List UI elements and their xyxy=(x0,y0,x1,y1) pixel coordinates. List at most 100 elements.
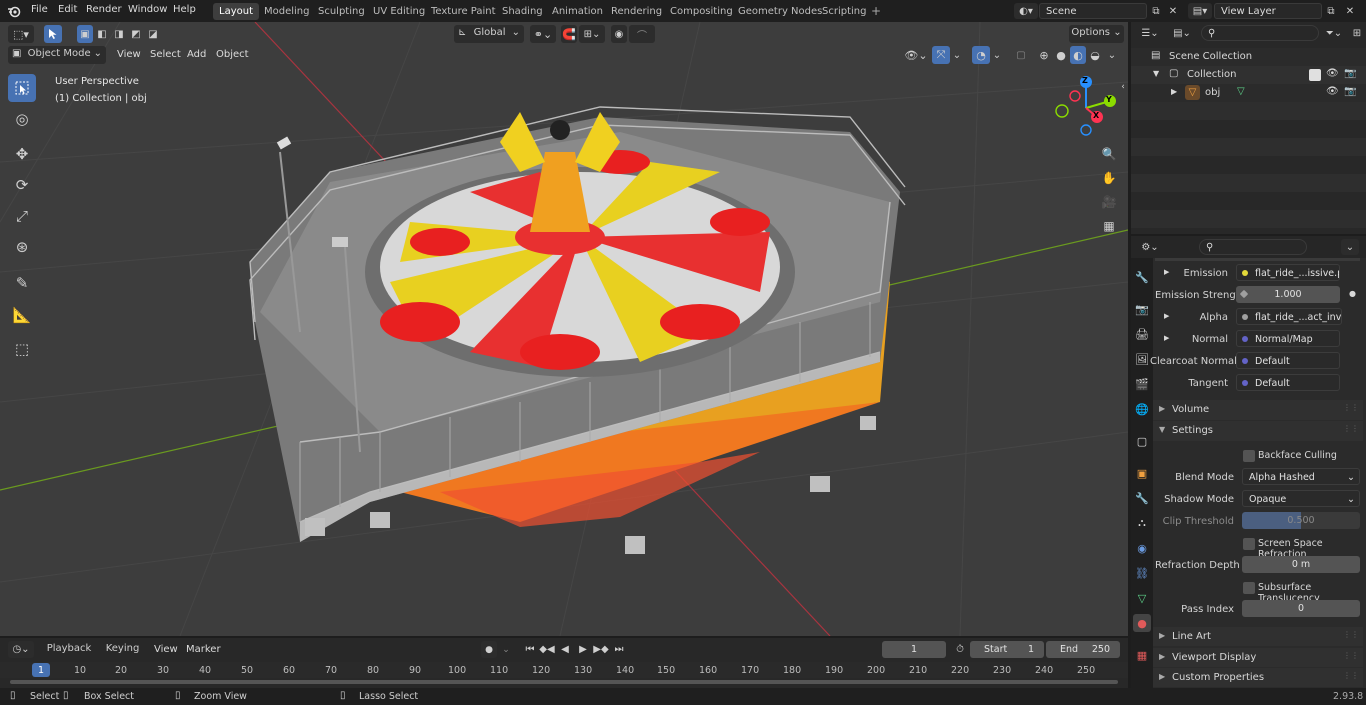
properties-editor-type-icon[interactable]: ⚙⌄ xyxy=(1137,239,1163,255)
start-frame-field[interactable]: Start 1 xyxy=(970,641,1044,658)
delete-scene-icon[interactable]: ✕ xyxy=(1166,3,1180,19)
solid-shading-icon[interactable]: ● xyxy=(1053,46,1069,64)
current-frame-field[interactable]: 1 xyxy=(882,641,946,658)
wireframe-shading-icon[interactable]: ⊕ xyxy=(1036,46,1052,64)
tangent-field[interactable]: Default xyxy=(1236,374,1340,391)
outliner-row-collection[interactable]: ▼ ▢ Collection 👁 📷 xyxy=(1131,66,1366,84)
new-collection-icon[interactable]: ⊞ xyxy=(1349,25,1365,41)
eye-icon[interactable]: 👁 xyxy=(1326,86,1339,97)
overlay-toggle-icon[interactable]: ◔ xyxy=(972,46,990,64)
screen-space-refraction-checkbox[interactable] xyxy=(1243,538,1255,550)
new-scene-icon[interactable]: ⧉ xyxy=(1148,3,1164,19)
viewport-display-section-header[interactable]: ▶ Viewport Display ⋮⋮ xyxy=(1153,648,1363,667)
viewport-menu-object[interactable]: Object xyxy=(216,49,249,60)
pivot-icon[interactable]: ⚭⌄ xyxy=(530,25,556,43)
outliner-row-obj[interactable]: ▶ ▽ obj ▽ 👁 📷 xyxy=(1131,84,1366,102)
camera-icon[interactable]: 📷 xyxy=(1344,68,1356,79)
view-layer-browse-icon[interactable]: ▤▾ xyxy=(1188,3,1212,19)
cursor-tool-icon[interactable]: ◎ xyxy=(8,105,36,133)
constraints-tab-icon[interactable]: ⛓ xyxy=(1133,564,1151,582)
drag-handle-icon[interactable]: ⋮⋮ xyxy=(1343,424,1359,433)
viewport-scene[interactable] xyxy=(0,22,1128,636)
play-reverse-icon[interactable]: ◀ xyxy=(557,641,573,658)
blender-logo-icon[interactable] xyxy=(6,3,22,19)
select-invert-icon[interactable]: ◩ xyxy=(128,25,144,43)
scale-tool-icon[interactable]: ⤢ xyxy=(8,202,36,230)
tool-tab-icon[interactable]: 🔧 xyxy=(1133,268,1151,286)
clearcoat-normal-field[interactable]: Default xyxy=(1236,352,1340,369)
menu-file[interactable]: File xyxy=(31,4,48,15)
prev-keyframe-icon[interactable]: ◆◀ xyxy=(539,641,555,658)
volume-section-header[interactable]: ▶ Volume ⋮⋮ xyxy=(1153,400,1363,420)
view-layer-field[interactable]: View Layer xyxy=(1214,3,1322,19)
viewport-menu-select[interactable]: Select xyxy=(150,49,181,60)
visibility-toggle-icon[interactable]: 👁⌄ xyxy=(902,46,930,64)
snap-icon[interactable]: 🧲 xyxy=(561,25,577,43)
stopwatch-icon[interactable]: ⏱ xyxy=(952,641,968,658)
custom-properties-section-header[interactable]: ▶ Custom Properties ⋮⋮ xyxy=(1153,668,1363,687)
properties-search-input[interactable]: ⚲ xyxy=(1199,239,1307,255)
refraction-depth-field[interactable]: 0 m xyxy=(1242,556,1360,573)
timeline-menu-view[interactable]: View xyxy=(154,644,178,655)
line-art-section-header[interactable]: ▶ Line Art ⋮⋮ xyxy=(1153,627,1363,646)
tab-modeling[interactable]: Modeling xyxy=(258,3,316,20)
options-dropdown[interactable]: Options ⌄ xyxy=(1069,25,1124,43)
add-cube-tool-icon[interactable]: ⬚ xyxy=(8,335,36,363)
tab-sculpting[interactable]: Sculpting xyxy=(312,3,371,20)
world-tab-icon[interactable]: 🌐 xyxy=(1133,400,1151,418)
navigation-gizmo[interactable]: Z Y X xyxy=(1052,74,1122,144)
keying-dropdown[interactable]: Keying ⌄ xyxy=(100,641,145,670)
emission-strength-field[interactable]: 1.000 xyxy=(1236,286,1340,303)
emission-field[interactable]: flat_ride_...issive.png xyxy=(1236,264,1340,281)
tab-compositing[interactable]: Compositing xyxy=(664,3,739,20)
tab-shading[interactable]: Shading xyxy=(496,3,549,20)
xray-icon[interactable]: ▢ xyxy=(1012,46,1030,64)
select-extend-icon[interactable]: ◧ xyxy=(94,25,110,43)
tab-animation[interactable]: Animation xyxy=(546,3,609,20)
transform-tool-icon[interactable]: ⊛ xyxy=(8,233,36,261)
view-layer-tab-icon[interactable]: 🖼 xyxy=(1133,350,1151,368)
record-options-icon[interactable]: ⌄ xyxy=(498,641,514,658)
sidebar-toggle-icon[interactable]: ‹ xyxy=(1118,80,1128,94)
annotate-tool-icon[interactable]: ✎ xyxy=(8,269,36,297)
next-keyframe-icon[interactable]: ▶◆ xyxy=(593,641,609,658)
clip-threshold-slider[interactable]: 0.500 xyxy=(1242,512,1360,529)
snap-target-icon[interactable]: ⊞⌄ xyxy=(579,25,605,43)
render-tab-icon[interactable]: 📷 xyxy=(1133,300,1151,318)
camera-icon[interactable]: 📷 xyxy=(1344,86,1356,97)
select-subtract-icon[interactable]: ◨ xyxy=(111,25,127,43)
tab-layout[interactable]: Layout xyxy=(213,3,259,20)
particles-tab-icon[interactable]: ⛬ xyxy=(1133,514,1151,532)
settings-section-header[interactable]: ▼ Settings ⋮⋮ xyxy=(1153,421,1363,441)
menu-window[interactable]: Window xyxy=(128,4,167,15)
mode-dropdown[interactable]: ▣ Object Mode ⌄ xyxy=(8,46,106,64)
jump-start-icon[interactable]: ⏮ xyxy=(522,641,538,658)
alpha-field[interactable]: flat_ride_...act_inv.png xyxy=(1236,308,1342,325)
viewport-menu-add[interactable]: Add xyxy=(187,49,206,60)
timeline-scrollbar[interactable] xyxy=(10,680,1118,684)
outliner-row-scene-collection[interactable]: ▤ Scene Collection xyxy=(1131,48,1366,66)
rotate-tool-icon[interactable]: ⟳ xyxy=(8,171,36,199)
3d-viewport[interactable]: ⬚▾ ▣ ◧ ◨ ◩ ◪ ⊾ Global ⌄ ⚭⌄ 🧲 ⊞⌄ ◉ ⌒ Opti… xyxy=(0,22,1128,636)
add-workspace-icon[interactable]: + xyxy=(869,4,883,18)
measure-tool-icon[interactable]: 📐 xyxy=(8,301,36,329)
select-intersect-icon[interactable]: ◪ xyxy=(145,25,161,43)
scene-browse-icon[interactable]: ◐▾ xyxy=(1014,3,1038,19)
select-tool-icon[interactable] xyxy=(44,25,62,43)
proportional-edit-icon[interactable]: ◉ xyxy=(611,25,627,43)
outliner-search-input[interactable]: ⚲ xyxy=(1201,25,1319,41)
drag-handle-icon[interactable]: ⋮⋮ xyxy=(1343,651,1359,660)
camera-view-icon[interactable]: 🎥 xyxy=(1098,191,1120,213)
select-box-tool-icon[interactable] xyxy=(8,74,36,102)
new-view-layer-icon[interactable]: ⧉ xyxy=(1323,3,1339,19)
timeline-menu-marker[interactable]: Marker xyxy=(186,644,221,655)
object-tab-icon[interactable]: ▣ xyxy=(1133,464,1151,482)
zoom-icon[interactable]: 🔍 xyxy=(1098,143,1120,165)
rendered-shading-icon[interactable]: ◒ xyxy=(1087,46,1103,64)
scene-tab-icon[interactable]: 🎬 xyxy=(1133,375,1151,393)
editor-type-icon[interactable]: ⬚▾ xyxy=(8,25,34,43)
shadow-mode-dropdown[interactable]: Opaque ⌄ xyxy=(1242,490,1360,507)
output-tab-icon[interactable]: 🖨 xyxy=(1133,325,1151,343)
timeline-editor-type-icon[interactable]: ◷⌄ xyxy=(8,641,34,658)
menu-edit[interactable]: Edit xyxy=(58,4,77,15)
